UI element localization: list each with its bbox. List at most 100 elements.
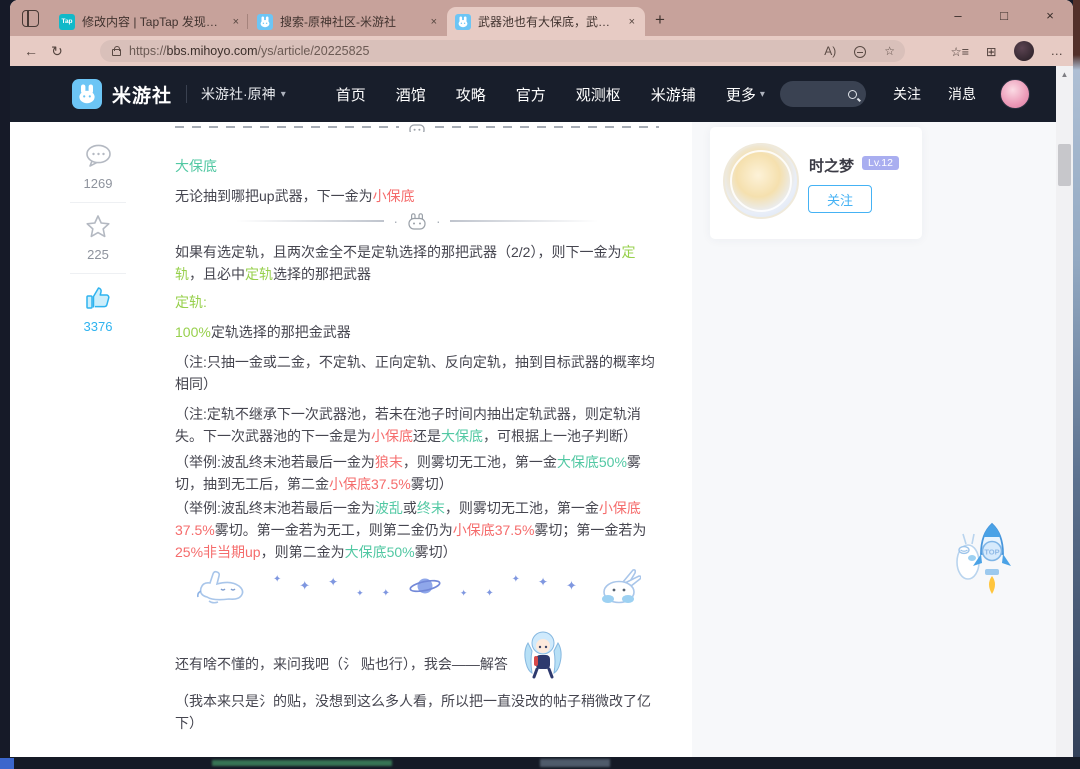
paragraph: （举例:波乱终末池若最后一金为波乱或终末，则雾切无工池，第一金小保底37.5%雾… <box>175 500 647 560</box>
desktop-wallpaper-right <box>1073 0 1080 769</box>
search-input[interactable] <box>780 81 866 107</box>
nav-item-1[interactable]: 首页 <box>336 84 366 105</box>
author-follow-button[interactable]: 关注 <box>808 185 872 213</box>
paragraph: 还有啥不懂的，来问我吧（氵 贴也行），我会——解答 <box>175 656 508 672</box>
bunny-icon <box>601 569 641 604</box>
paragraph: （我本来只是氵的贴，没想到这么多人看，所以把一直没改的帖子稍微改了亿下） <box>175 693 651 731</box>
paragraph-row: 还有啥不懂的，来问我吧（氵 贴也行），我会——解答 <box>175 623 659 679</box>
refresh-icon[interactable]: ↻ <box>44 43 70 60</box>
scrollbar-up-arrow[interactable]: ▲ <box>1056 66 1073 79</box>
divider <box>186 85 188 103</box>
likes-count: 3376 <box>83 319 113 334</box>
nav-item-6[interactable]: 米游铺 <box>651 84 696 105</box>
main-nav: 首页 酒馆 攻略 官方 观测枢 米游铺 更多 ▾ <box>336 84 765 105</box>
author-avatar[interactable] <box>723 143 799 219</box>
tab-title: 武器池也有大保底，武器池保底 <box>478 15 620 29</box>
miyoushe-icon <box>455 13 471 30</box>
scrollbar-thumb[interactable] <box>1058 144 1071 186</box>
chevron-down-icon: ▾ <box>759 88 765 100</box>
minimize-button[interactable]: – <box>935 0 981 30</box>
site-header: 米游社 米游社·原神 ▾ 首页 酒馆 攻略 官方 观测枢 米游铺 更多 ▾ 关注 消息 <box>10 66 1056 122</box>
search-icon <box>848 89 857 99</box>
chibi-character-icon <box>524 631 562 679</box>
favorites-bar-icon[interactable]: ☆≡ <box>951 44 970 59</box>
sparkle-icon: ✦ <box>356 588 364 598</box>
paragraph: （注:只抽一金或二金，不定轨、正向定轨、反向定轨，抽到目标武器的概率均相同） <box>175 354 655 392</box>
lock-icon <box>112 46 121 56</box>
back-to-top-button[interactable]: TOP <box>952 520 1018 607</box>
nav-item-4[interactable]: 官方 <box>516 84 546 105</box>
new-tab-button[interactable]: + <box>655 10 665 30</box>
comments-count: 1269 <box>83 176 113 191</box>
favorite-add-icon[interactable]: ☆ <box>884 44 895 58</box>
article-page: 1269 225 3376 大保底 无论抽到哪把up武器，下一金为小保底 · ·… <box>10 122 1056 757</box>
sparkle-icon: ✦ <box>272 574 282 585</box>
maximize-button[interactable]: □ <box>981 0 1027 30</box>
window-controls: – □ × <box>935 0 1073 30</box>
divider <box>70 273 126 274</box>
rabbit-icon <box>408 212 426 230</box>
header-follow-link[interactable]: 关注 <box>893 84 921 104</box>
article-content: 大保底 无论抽到哪把up武器，下一金为小保底 · · 如果有选定轨，且两次金全不… <box>175 122 659 757</box>
channel-selector[interactable]: 米游社·原神 ▾ <box>201 84 286 104</box>
sparkle-icon: ✦ <box>538 575 549 589</box>
star-icon <box>86 215 110 238</box>
paragraph-label: 大保底 <box>175 158 217 174</box>
address-bar[interactable]: https://bbs.mihoyo.com/ys/article/202258… <box>100 40 905 62</box>
user-avatar[interactable] <box>1000 79 1030 109</box>
miyoushe-logo-icon[interactable] <box>72 79 102 109</box>
sleeping-bunny-icon <box>197 570 244 604</box>
svg-text:TOP: TOP <box>984 548 999 557</box>
rabbit-face-icon <box>409 123 425 132</box>
paragraph-label: 定轨: <box>175 294 207 310</box>
browser-titlebar: Tap 修改内容 | TapTap 发现好游戏 × 搜索-原神社区-米游社 × … <box>10 0 1073 36</box>
desktop-wallpaper-bottom <box>0 757 1080 769</box>
favorites-count: 225 <box>87 247 109 262</box>
browser-tab-2[interactable]: 搜索-原神社区-米游社 × <box>247 7 447 36</box>
tab-close-icon[interactable]: × <box>231 16 241 28</box>
rocket-icon <box>973 522 1011 594</box>
chevron-down-icon: ▾ <box>280 88 286 100</box>
browser-tab-1[interactable]: Tap 修改内容 | TapTap 发现好游戏 × <box>51 7 249 36</box>
divider <box>70 202 126 203</box>
miyoushe-icon <box>257 13 273 30</box>
sparkle-icon: ✦ <box>511 574 521 585</box>
author-card: 时之梦 Lv.12 关注 <box>710 127 922 239</box>
comments-button[interactable]: 1269 <box>62 144 134 191</box>
rabbit-divider: · · <box>175 211 659 231</box>
nav-item-5[interactable]: 观测枢 <box>576 84 621 105</box>
nav-item-2[interactable]: 酒馆 <box>396 84 426 105</box>
read-aloud-icon[interactable]: A) <box>824 44 836 58</box>
settings-more-icon[interactable]: … <box>1051 44 1064 58</box>
paragraph: （注:定轨不继承下一次武器池，若未在池子时间内抽出定轨武器，则定轨消失。下一次武… <box>175 406 641 444</box>
browser-tab-3-active[interactable]: 武器池也有大保底，武器池保底 × <box>447 7 645 36</box>
dashed-divider <box>175 122 659 132</box>
paragraph: （举例:波乱终末池若最后一金为狼末，则雾切无工池，第一金大保底50%雾切，抽到无… <box>175 454 641 492</box>
close-button[interactable]: × <box>1027 0 1073 30</box>
sparkle-icon: ✦ <box>566 578 577 593</box>
nav-item-3[interactable]: 攻略 <box>456 84 486 105</box>
back-icon[interactable]: ← <box>18 43 44 59</box>
author-name[interactable]: 时之梦 <box>809 155 854 176</box>
tab-actions-menu-icon[interactable] <box>22 10 39 27</box>
site-logo-text[interactable]: 米游社 <box>112 81 172 108</box>
saturn-icon <box>409 578 441 594</box>
tab-close-icon[interactable]: × <box>627 16 637 28</box>
browser-window: Tap 修改内容 | TapTap 发现好游戏 × 搜索-原神社区-米游社 × … <box>10 0 1073 757</box>
rocket-rabbit-icon <box>956 533 980 580</box>
favorite-button[interactable]: 225 <box>62 214 134 262</box>
sparkle-icon: ✦ <box>381 588 390 599</box>
url-text: https://bbs.mihoyo.com/ys/article/202258… <box>129 44 370 58</box>
like-button[interactable]: 3376 <box>62 285 134 334</box>
sparkle-icon: ✦ <box>328 575 339 589</box>
tab-close-icon[interactable]: × <box>429 16 439 28</box>
browser-profile-avatar[interactable] <box>1013 41 1034 61</box>
paragraph: 如果有选定轨，且两次金全不是定轨选择的那把武器（2/2），则下一金为定轨，且必中… <box>175 244 636 282</box>
nav-item-7[interactable]: 更多 ▾ <box>726 84 765 105</box>
header-messages-link[interactable]: 消息 <box>948 84 976 104</box>
desktop-fragment <box>0 758 14 769</box>
zoom-out-icon[interactable] <box>854 46 867 58</box>
engagement-rail: 1269 225 3376 <box>62 144 134 334</box>
page-scrollbar[interactable]: ▲ <box>1056 66 1073 757</box>
collections-icon[interactable]: ⊞ <box>986 44 996 59</box>
